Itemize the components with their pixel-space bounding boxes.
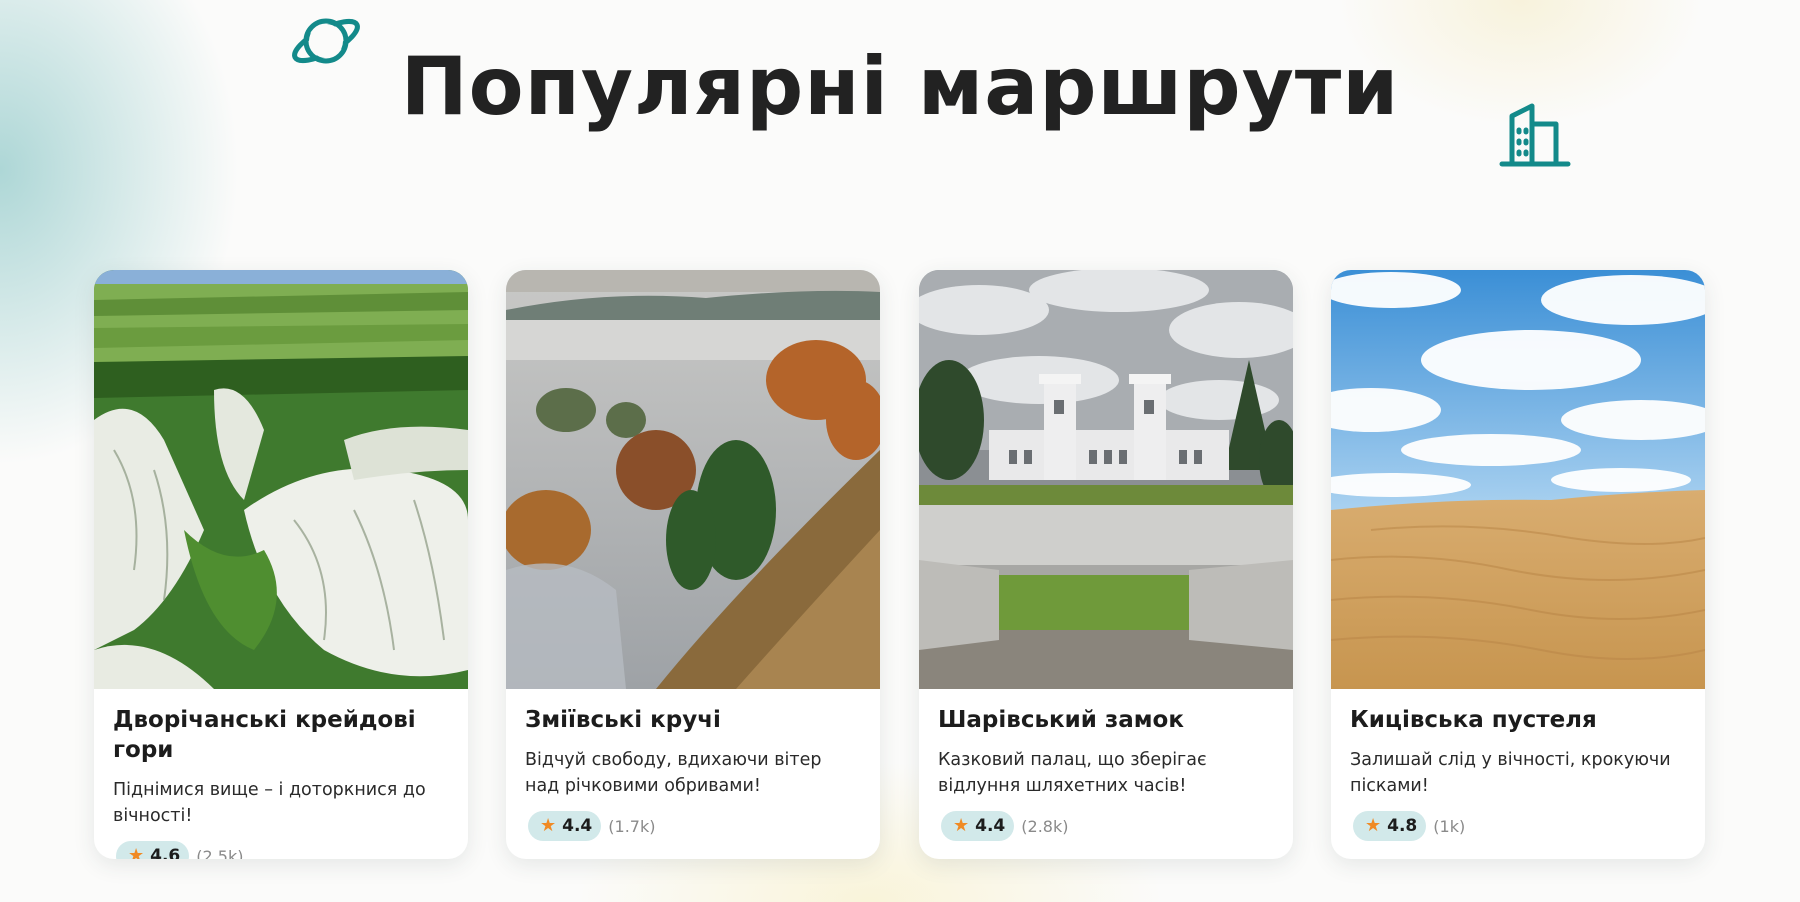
review-count: (1.7k) — [608, 816, 656, 836]
castle-photo — [919, 270, 1293, 689]
rating-badge: ★ 4.8 — [1353, 811, 1427, 841]
rating-badge: ★ 4.6 — [116, 841, 190, 860]
card-description: Відчуй свободу, вдихаючи вітер над річко… — [525, 750, 822, 796]
star-icon: ★ — [1365, 815, 1382, 836]
card-rating: ★ 4.8 (1k) — [1350, 811, 1686, 841]
route-card[interactable]: Зміївські кручі Відчуй свободу, вдихаючи… — [506, 270, 880, 859]
rating-value: 4.4 — [562, 816, 593, 836]
chalk-hills-photo — [94, 270, 468, 689]
card-title: Кицівська пустеля — [1350, 707, 1597, 733]
rating-badge: ★ 4.4 — [528, 811, 602, 841]
card-description: Піднімися вище – і доторкнися до вічност… — [113, 780, 426, 826]
card-rating: ★ 4.4 (2.8k) — [938, 811, 1274, 841]
review-count: (2.8k) — [1021, 816, 1069, 836]
route-card[interactable]: Дворічанські крейдові гори Піднімися вищ… — [94, 270, 468, 859]
misty-river-photo — [506, 270, 880, 689]
rating-value: 4.6 — [150, 846, 181, 859]
routes-card-list: Дворічанські крейдові гори Піднімися вищ… — [94, 270, 1706, 860]
review-count: (1k) — [1433, 816, 1466, 836]
card-description: Казковий палац, що зберігає відлуння шля… — [938, 750, 1207, 796]
star-icon: ★ — [953, 815, 970, 836]
rating-value: 4.4 — [975, 816, 1006, 836]
card-title: Дворічанські крейдові гори — [113, 707, 416, 763]
rating-value: 4.8 — [1387, 816, 1418, 836]
card-title: Зміївські кручі — [525, 707, 721, 733]
desert-photo — [1331, 270, 1705, 689]
rating-badge: ★ 4.4 — [941, 811, 1015, 841]
route-card[interactable]: Шарівський замок Казковий палац, що збер… — [919, 270, 1293, 859]
card-rating: ★ 4.6 (2.5k) — [113, 841, 449, 859]
star-icon: ★ — [540, 815, 557, 836]
card-description: Залишай слід у вічності, крокуючи піскам… — [1350, 750, 1671, 796]
star-icon: ★ — [128, 845, 145, 860]
card-rating: ★ 4.4 (1.7k) — [525, 811, 861, 841]
building-icon — [1499, 103, 1571, 167]
card-title: Шарівський замок — [938, 707, 1184, 733]
review-count: (2.5k) — [196, 846, 244, 860]
route-card[interactable]: Кицівська пустеля Залишай слід у вічност… — [1331, 270, 1705, 859]
